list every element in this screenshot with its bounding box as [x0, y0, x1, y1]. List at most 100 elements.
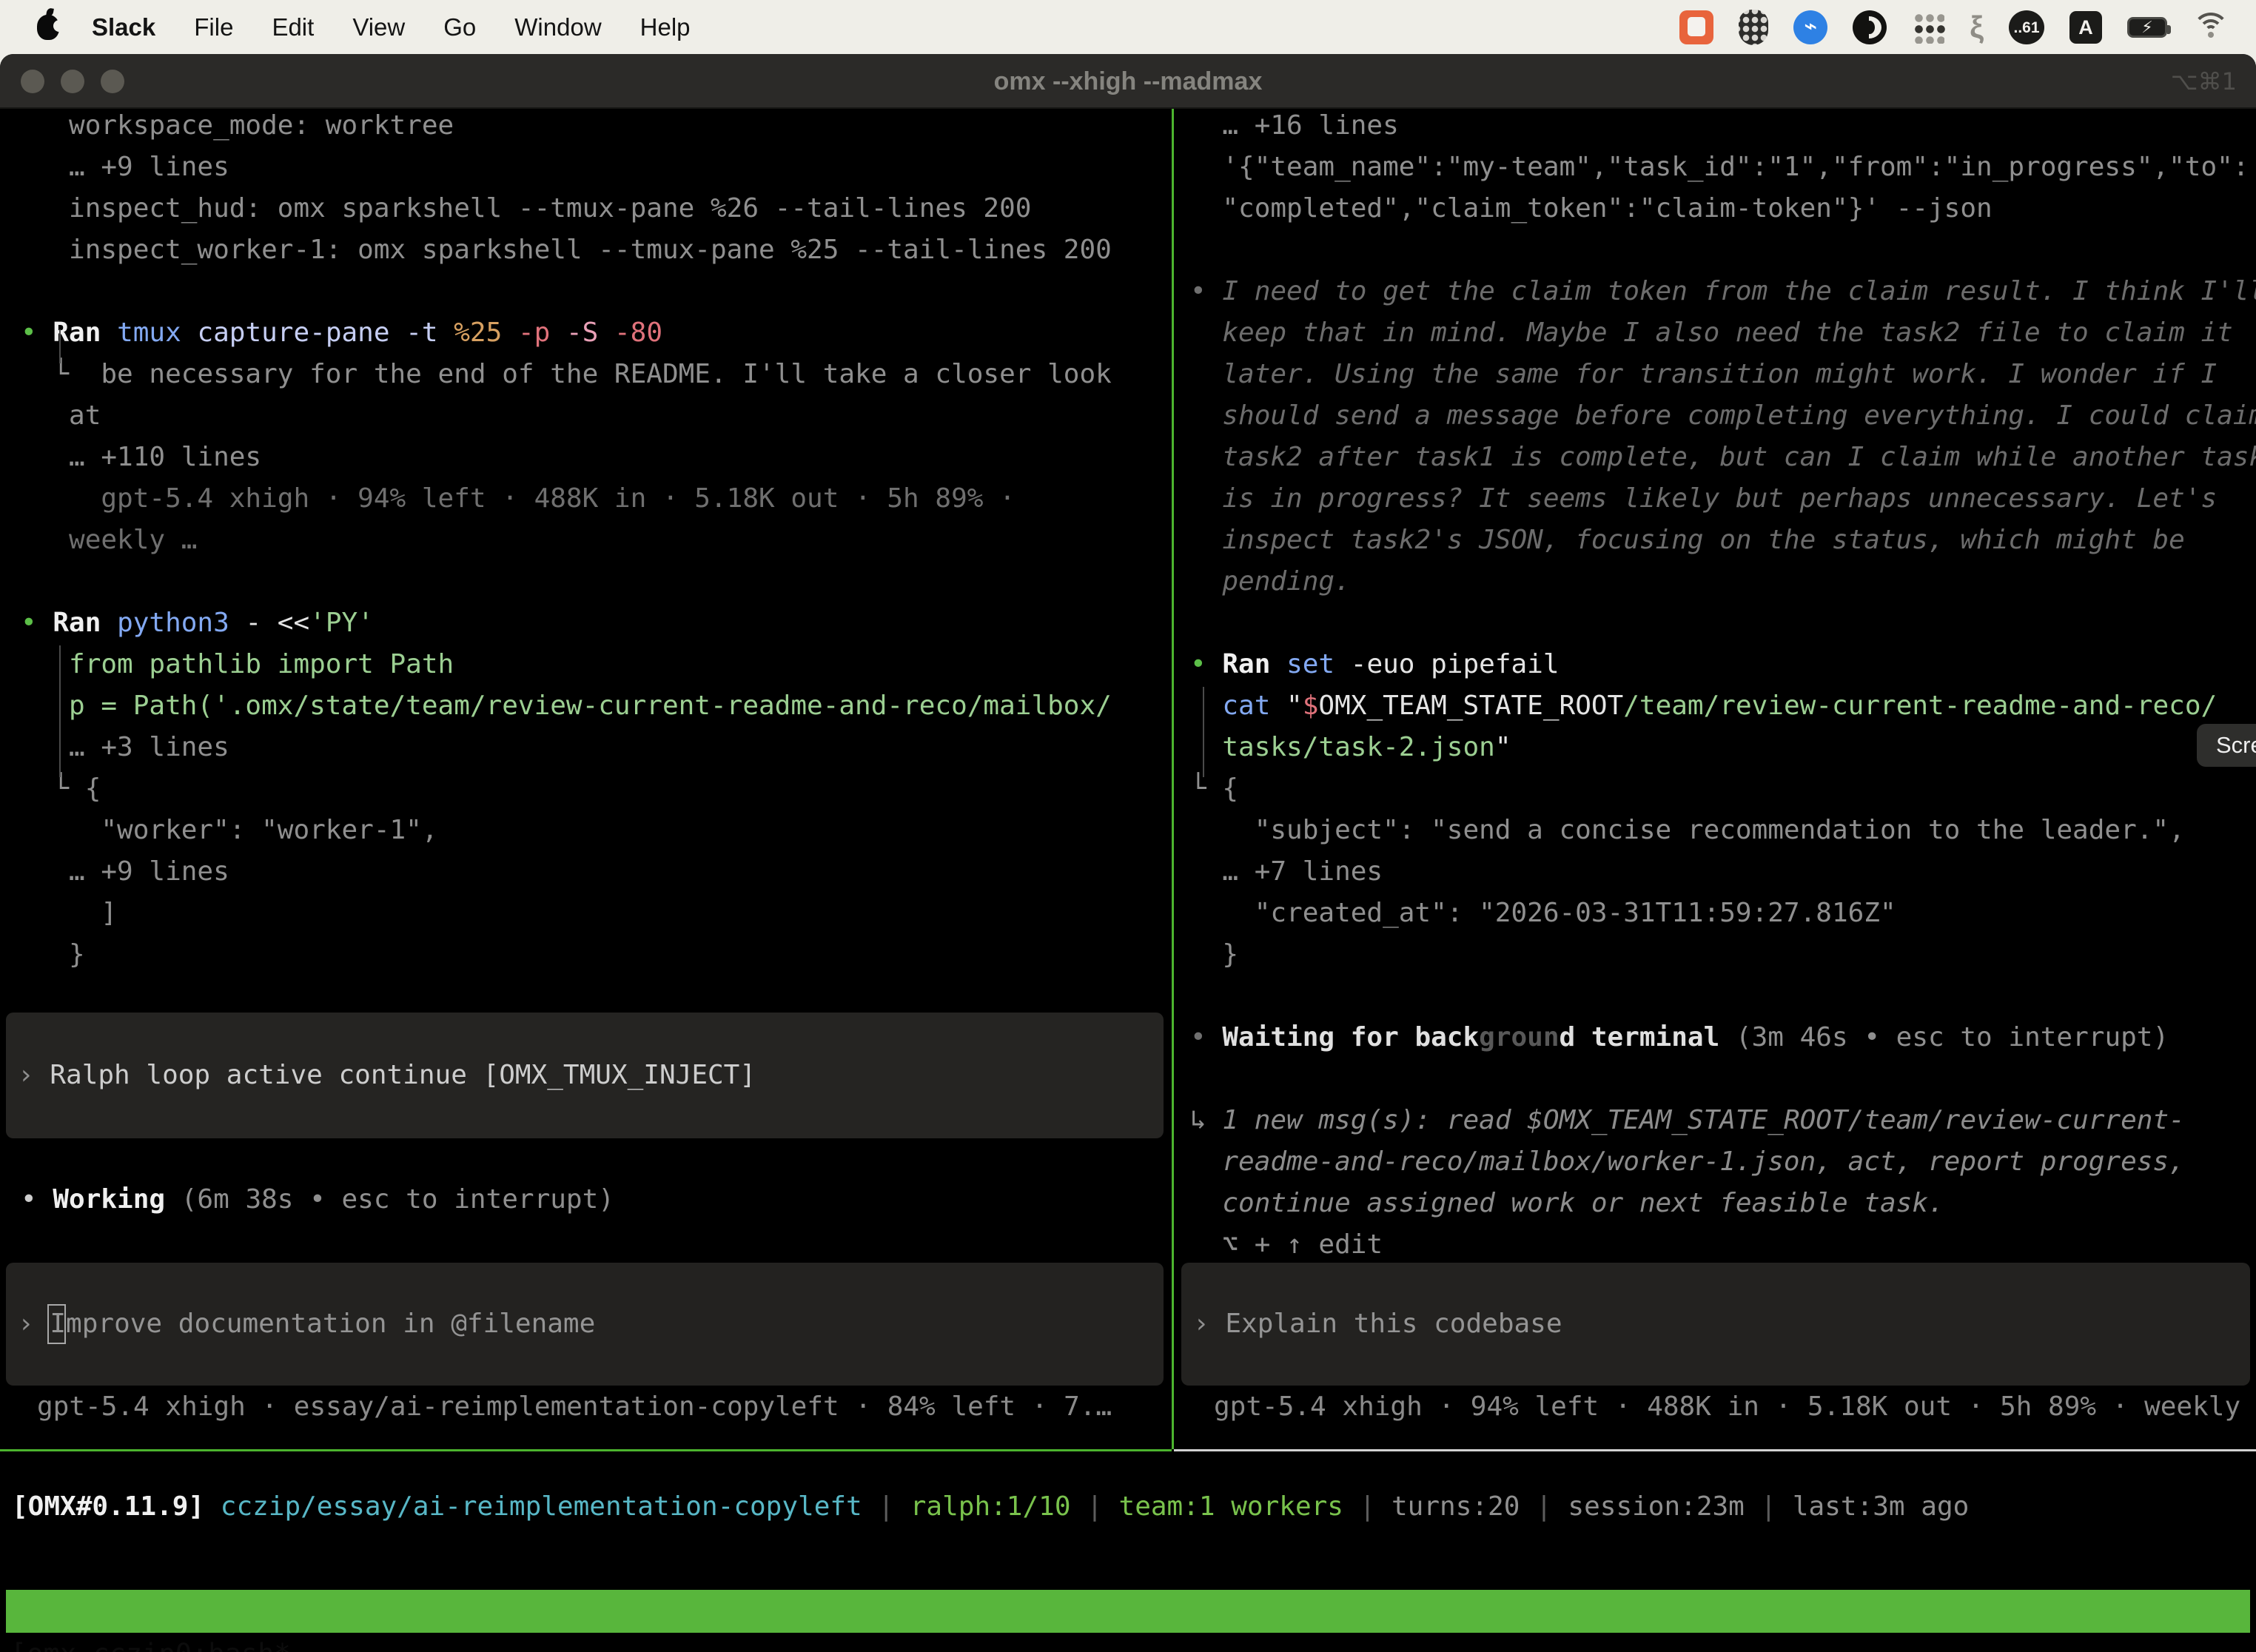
terminal-text-segment: is in progress? It seems likely but perh… — [1190, 483, 2217, 514]
right-input-placeholder: Explain this codebase — [1225, 1309, 1562, 1339]
menu-item-go[interactable]: Go — [443, 13, 476, 41]
kaleidoscope-app-icon[interactable] — [1853, 10, 1887, 44]
terminal-line: tasks/task-2.json" — [1178, 727, 2256, 768]
terminal-text-segment: task2 after task1 is complete, but can I… — [1190, 442, 2256, 472]
left-prompt-input[interactable]: › Improve documentation in @filename — [6, 1263, 1164, 1386]
terminal-text-segment: • — [21, 318, 53, 348]
ralph-loop-banner: › Ralph loop active continue [OMX_TMUX_I… — [6, 1013, 1164, 1138]
banner-prompt: › — [18, 1060, 50, 1090]
terminal-line: '{"team_name":"my-team","task_id":"1","f… — [1178, 147, 2256, 188]
squiggle-app-icon[interactable]: ξ — [1970, 10, 1984, 44]
terminal-text-segment: • — [1190, 276, 1222, 306]
terminal-text-segment: continue assigned work or next feasible … — [1190, 1188, 1944, 1218]
terminal-line — [1178, 602, 2256, 644]
terminal-line: workspace_mode: worktree — [0, 105, 1169, 147]
menu-item-window[interactable]: Window — [514, 13, 601, 41]
privacy-shield-icon[interactable] — [1739, 10, 1768, 45]
terminal-text-segment: • — [21, 608, 53, 638]
macos-menu-bar: Slack File Edit View Go Window Help ξ ..61 A — [0, 0, 2256, 54]
working-label: Working — [53, 1184, 165, 1215]
terminal-text-segment: " — [1495, 732, 1511, 762]
terminal-text-segment: … +7 lines — [1190, 856, 1383, 887]
app-grid-icon[interactable] — [1912, 11, 1944, 44]
menu-app-name[interactable]: Slack — [92, 13, 155, 41]
terminal-text-segment: "worker": "worker-1", — [21, 815, 438, 845]
wifi-icon[interactable] — [2192, 13, 2229, 42]
tmux-status-bar: [omx-cczip0:bash* "MacBook-Pro-44.local"… — [6, 1590, 2250, 1633]
terminal-text-segment: } — [21, 939, 85, 970]
right-pane-scrollback: … +16 lines '{"team_name":"my-team","tas… — [1178, 105, 2256, 1266]
terminal-text-segment: %25 — [454, 318, 518, 348]
terminal-line: inspect_worker-1: omx sparkshell --tmux-… — [0, 229, 1169, 271]
terminal-line: } — [0, 934, 1169, 976]
hud-segment: | — [1343, 1491, 1391, 1522]
terminal-text-segment: Waiting for back — [1222, 1022, 1479, 1052]
terminal-line: "subject": "send a concise recommendatio… — [1178, 810, 2256, 851]
terminal-text-segment: -80 — [614, 318, 662, 348]
hud-segment: turns:20 — [1391, 1491, 1520, 1522]
terminal-line: p = Path('.omx/state/team/review-current… — [0, 685, 1169, 727]
terminal-line: cat "$OMX_TEAM_STATE_ROOT/team/review-cu… — [1178, 685, 2256, 727]
keyboard-layout-icon[interactable]: A — [2069, 11, 2102, 44]
left-model-status: gpt-5.4 xhigh · essay/ai-reimplementatio… — [37, 1386, 1168, 1428]
terminal-line: "worker": "worker-1", — [0, 810, 1169, 851]
terminal-text-segment: python3 — [117, 608, 245, 638]
terminal-text-segment: 'PY' — [309, 608, 374, 638]
hud-segment: | — [862, 1491, 910, 1522]
terminal-text-segment: keep that in mind. Maybe I also need the… — [1190, 318, 2233, 348]
menu-item-help[interactable]: Help — [640, 13, 691, 41]
terminal-text-segment: pending. — [1190, 566, 1351, 597]
tool-output-connector — [59, 329, 61, 363]
terminal-line: "created_at": "2026-03-31T11:59:27.816Z" — [1178, 893, 2256, 934]
terminal-line: … +7 lines — [1178, 851, 2256, 893]
terminal-line: from pathlib import Path — [0, 644, 1169, 685]
hud-segment: last:3m ago — [1793, 1491, 1969, 1522]
terminal-text-segment: p = Path('.omx/state/team/review-current… — [21, 691, 1112, 721]
terminal-text-segment: readme-and-reco/mailbox/worker-1.json, a… — [1190, 1146, 2185, 1177]
usage-badge-icon[interactable]: ..61 — [2009, 10, 2044, 44]
left-input-prompt: › — [18, 1309, 50, 1339]
terminal-line: weekly … — [0, 520, 1169, 561]
hud-segment: | — [1745, 1491, 1793, 1522]
tmux-session-window[interactable]: [omx-cczip0:bash* — [10, 1633, 291, 1652]
screen-recording-icon[interactable] — [1679, 10, 1713, 44]
terminal-text-segment: "completed","claim_token":"claim-token"}… — [1190, 193, 1993, 224]
menu-items: File Edit View Go Window Help — [194, 13, 728, 41]
terminal-line: … +9 lines — [0, 147, 1169, 188]
terminal-line: at — [0, 395, 1169, 437]
terminal-line: is in progress? It seems likely but perh… — [1178, 478, 2256, 520]
sync-app-icon[interactable] — [1793, 10, 1827, 44]
right-prompt-input[interactable]: › Explain this codebase — [1181, 1263, 2250, 1386]
menu-item-view[interactable]: View — [352, 13, 405, 41]
menu-item-file[interactable]: File — [194, 13, 233, 41]
terminal-text-segment: "subject": "send a concise recommendatio… — [1190, 815, 2185, 845]
terminal-text-segment: " — [1286, 691, 1303, 721]
terminal-line: ] — [0, 893, 1169, 934]
terminal-line: ⌥ + ↑ edit — [1178, 1224, 2256, 1266]
terminal-line: └ { — [1178, 768, 2256, 810]
terminal-text-segment: ] — [21, 898, 117, 928]
menu-item-edit[interactable]: Edit — [272, 13, 314, 41]
terminal-text-segment: '{"team_name":"my-team","task_id":"1","f… — [1190, 152, 2249, 182]
terminal-text-segment: -S — [566, 318, 614, 348]
hud-segment: | — [1071, 1491, 1119, 1522]
terminal-text-segment: • — [1190, 649, 1222, 679]
terminal-text-segment: Ran — [1222, 649, 1286, 679]
terminal-line: … +3 lines — [0, 727, 1169, 768]
terminal-text-segment: gpt-5.4 xhigh · 94% left · 488K in · 5.1… — [21, 483, 1015, 514]
screen-share-popover[interactable]: Scre — [2197, 724, 2256, 767]
terminal-line — [0, 561, 1169, 602]
terminal-line: task2 after task1 is complete, but can I… — [1178, 437, 2256, 478]
terminal-line: • Ran python3 - <<'PY' — [0, 602, 1169, 644]
terminal-text-segment: ⌥ + ↑ edit — [1190, 1229, 1383, 1260]
tmux-pane-divider[interactable] — [1172, 109, 1174, 1449]
terminal-text-segment: … +9 lines — [21, 856, 229, 887]
terminal-text-segment: cat — [1190, 691, 1286, 721]
terminal-line: • Ran set -euo pipefail — [1178, 644, 2256, 685]
terminal-text-segment: later. Using the same for transition mig… — [1190, 359, 2217, 389]
apple-menu-icon[interactable] — [37, 15, 59, 40]
battery-charging-icon[interactable] — [2127, 17, 2167, 38]
terminal-text-segment: └ be necessary for the end of the README… — [21, 359, 1112, 389]
tool-output-connector — [59, 645, 61, 777]
terminal-line: } — [1178, 934, 2256, 976]
